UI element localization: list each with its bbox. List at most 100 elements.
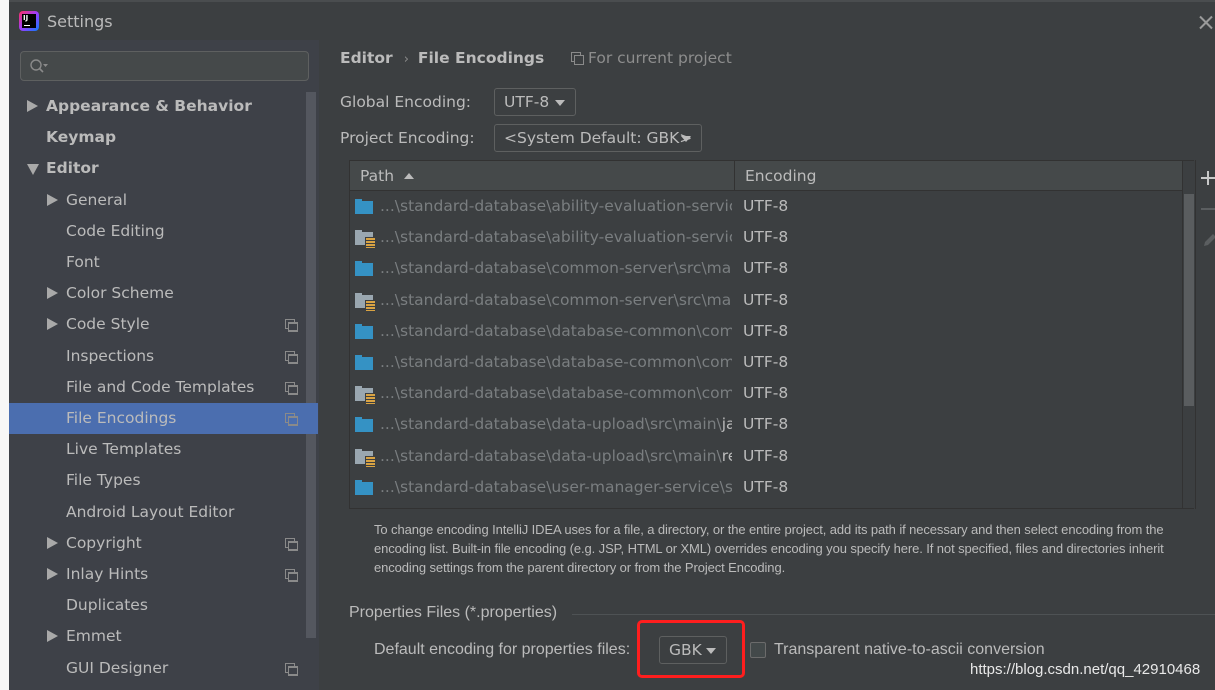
sidebar-item-file-and-code-templates[interactable]: File and Code Templates (9, 372, 319, 403)
path-cell: ...\standard-database\user-manager-servi… (380, 477, 732, 496)
expand-right-icon[interactable] (47, 568, 58, 580)
table-row[interactable]: ...\standard-database\database-common\co… (350, 348, 1182, 379)
encoding-cell[interactable]: UTF-8 (743, 291, 788, 309)
sidebar-item-general[interactable]: General (9, 185, 319, 216)
expand-right-icon[interactable] (47, 630, 58, 643)
project-encoding-label: Project Encoding: (340, 129, 475, 147)
sidebar-item-inspections[interactable]: Inspections (9, 341, 319, 372)
path-cell: ...\standard-database\data-upload\src\ma… (380, 415, 732, 434)
sidebar-item-label: Code Editing (66, 221, 165, 240)
encoding-cell[interactable]: UTF-8 (743, 353, 788, 371)
encoding-cell[interactable]: UTF-8 (743, 322, 788, 340)
table-row[interactable]: ...\standard-database\user-manager-servi… (350, 473, 1182, 504)
encoding-cell[interactable]: UTF-8 (743, 415, 788, 433)
table-row[interactable]: ...\standard-database\data-upload\src\ma… (350, 442, 1182, 473)
project-scope-icon (285, 381, 298, 395)
table-row[interactable]: ...\standard-database\ability-evaluation… (350, 223, 1182, 254)
source-folder-icon (355, 199, 373, 214)
resources-folder-icon (355, 386, 376, 406)
path-cell: ...\standard-database\database-common\co… (380, 352, 732, 371)
table-row[interactable]: ...\standard-database\common-server\src\… (350, 286, 1182, 317)
sidebar-item-emmet[interactable]: Emmet (9, 621, 319, 652)
intellij-logo-icon: IJ (19, 11, 39, 31)
sidebar-item-label: Copyright (66, 533, 142, 552)
table-row[interactable]: ...\standard-database\common-server\src\… (350, 254, 1182, 285)
column-header-encoding[interactable]: Encoding (735, 161, 1182, 191)
sidebar-item-keymap[interactable]: Keymap (9, 122, 319, 153)
expand-right-icon[interactable] (47, 536, 58, 549)
transparent-conversion-checkbox[interactable] (750, 642, 766, 658)
sidebar-item-file-types[interactable]: File Types (9, 465, 319, 496)
sidebar-item-label: Code Style (66, 315, 150, 334)
table-scrollbar-thumb[interactable] (1184, 194, 1194, 406)
encoding-cell[interactable]: UTF-8 (743, 197, 788, 215)
sidebar-item-color-scheme[interactable]: Color Scheme (9, 278, 319, 309)
table-toolbar (1195, 160, 1215, 509)
table-row[interactable]: ...\standard-database\database-common\co… (350, 379, 1182, 410)
project-encoding-select[interactable]: <System Default: GBK> (494, 124, 702, 152)
properties-encoding-select[interactable]: GBK (659, 636, 727, 664)
expand-down-icon[interactable] (27, 164, 39, 176)
expand-right-icon[interactable] (47, 193, 58, 206)
sidebar-item-appearance-behavior[interactable]: Appearance & Behavior (9, 91, 319, 122)
sidebar-item-duplicates[interactable]: Duplicates (9, 590, 319, 621)
add-icon[interactable] (1201, 171, 1215, 185)
sidebar-item-label: File and Code Templates (66, 377, 255, 396)
sidebar-item-label: File Encodings (66, 409, 177, 427)
column-header-path[interactable]: Path (350, 161, 735, 191)
path-cell: ...\standard-database\ability-evaluation… (380, 228, 732, 247)
encoding-cell[interactable]: UTF-8 (743, 384, 788, 402)
source-folder-icon (355, 323, 373, 339)
settings-search-input[interactable] (20, 51, 309, 81)
project-scope-icon (285, 319, 298, 333)
sidebar-item-copyright[interactable]: Copyright (9, 528, 319, 559)
transparent-conversion-label[interactable]: Transparent native-to-ascii conversion (774, 641, 1045, 659)
edit-icon[interactable] (1202, 232, 1215, 248)
sidebar-item-font[interactable]: Font (9, 247, 319, 278)
scope-note: For current project (571, 49, 732, 67)
global-encoding-select[interactable]: UTF-8 (494, 88, 576, 116)
chevron-down-icon (555, 100, 565, 106)
sidebar-item-code-editing[interactable]: Code Editing (9, 216, 319, 247)
window-title: Settings (47, 12, 113, 31)
encoding-cell[interactable]: UTF-8 (743, 228, 788, 246)
settings-sidebar: Appearance & Behavior Keymap Editor General… (9, 40, 319, 690)
sidebar-item-android-layout-editor[interactable]: Android Layout Editor (9, 497, 319, 528)
chevron-down-icon (681, 136, 691, 142)
expand-right-icon[interactable] (27, 100, 38, 112)
breadcrumb: Editor › File Encodings (340, 49, 544, 67)
close-icon[interactable] (1199, 14, 1213, 30)
sidebar-item-label: Live Templates (66, 440, 182, 459)
encoding-help-text: To change encoding IntelliJ IDEA uses fo… (374, 522, 1164, 575)
table-row[interactable]: ...\standard-database\data-upload\src\ma… (350, 410, 1182, 441)
sidebar-item-gui-designer[interactable]: GUI Designer (9, 653, 319, 684)
breadcrumb-editor[interactable]: Editor (340, 49, 393, 67)
watermark-text: https://blog.csdn.net/qq_42910468 (970, 661, 1201, 678)
project-scope-icon (285, 662, 298, 676)
settings-dialog: IJ Settings Appearance & Behavior Keymap E… (9, 0, 1215, 690)
sidebar-item-code-style[interactable]: Code Style (9, 309, 319, 340)
sidebar-item-label: Inlay Hints (66, 565, 149, 583)
breadcrumb-separator: › (403, 52, 409, 67)
encoding-cell[interactable]: UTF-8 (743, 447, 788, 465)
sidebar-item-file-encodings[interactable]: File Encodings (9, 403, 318, 434)
source-folder-icon (355, 261, 373, 277)
expand-right-icon[interactable] (47, 318, 58, 331)
encoding-cell[interactable]: UTF-8 (743, 478, 788, 496)
table-row[interactable]: ...\standard-database\ability-evaluation… (350, 192, 1182, 223)
sidebar-item-editor[interactable]: Editor (9, 153, 319, 184)
source-folder-icon (355, 479, 373, 495)
sidebar-item-inlay-hints[interactable]: Inlay Hints (9, 559, 319, 590)
sidebar-item-label: Color Scheme (66, 284, 174, 303)
sidebar-item-label: Keymap (46, 128, 117, 147)
title-bar: IJ Settings (9, 0, 1215, 40)
sidebar-item-live-templates[interactable]: Live Templates (9, 434, 319, 465)
encoding-cell[interactable]: UTF-8 (743, 259, 788, 277)
chevron-down-icon (706, 648, 716, 654)
remove-icon[interactable] (1201, 208, 1215, 210)
breadcrumb-file-encodings: File Encodings (417, 49, 545, 67)
path-cell: ...\standard-database\ability-evaluation… (380, 197, 732, 215)
table-row[interactable]: ...\standard-database\database-common\co… (350, 317, 1182, 348)
resources-folder-icon (355, 230, 376, 250)
expand-right-icon[interactable] (47, 287, 58, 300)
